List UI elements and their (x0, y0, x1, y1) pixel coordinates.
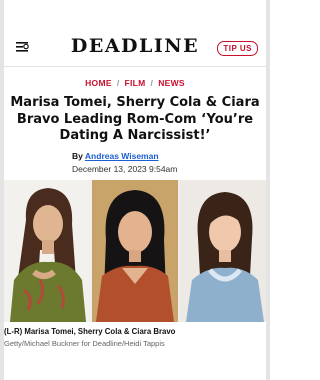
publish-date: December 13, 2023 9:54am (72, 164, 178, 174)
article-headline: Marisa Tomei, Sherry Cola & Ciara Bravo … (10, 95, 260, 143)
by-label: By (72, 151, 83, 161)
breadcrumb-film[interactable]: FILM (124, 78, 145, 88)
article-photo[interactable] (4, 180, 266, 322)
photo-credit: Getty/Michael Buckner for Deadline/Heidi… (4, 339, 165, 348)
site-header: DEADLINE TIP US (4, 30, 266, 67)
photo-caption: (L-R) Marisa Tomei, Sherry Cola & Ciara … (4, 327, 176, 336)
breadcrumb-news[interactable]: NEWS (158, 78, 185, 88)
photo-sherry-cola (92, 180, 178, 322)
breadcrumb-home[interactable]: HOME (85, 78, 112, 88)
photo-ciara-bravo (180, 180, 266, 322)
photo-marisa-tomei (4, 180, 90, 322)
tip-us-button[interactable]: TIP US (217, 41, 258, 56)
byline: By Andreas Wiseman (72, 151, 159, 161)
breadcrumb: HOME / FILM / NEWS (85, 78, 185, 88)
right-edge (266, 0, 270, 380)
author-link[interactable]: Andreas Wiseman (85, 151, 159, 161)
